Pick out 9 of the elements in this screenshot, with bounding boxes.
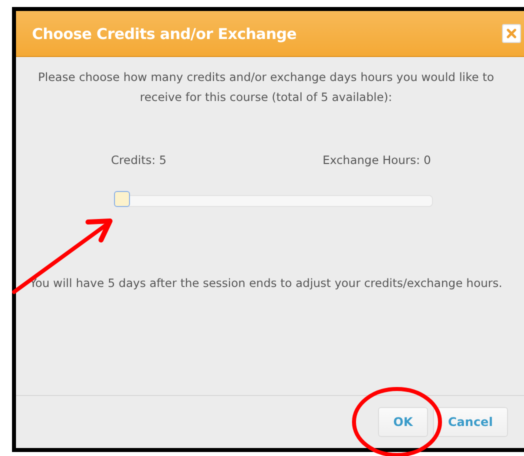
close-button[interactable]	[502, 24, 521, 43]
exchange-hours-label: Exchange Hours: 0	[322, 153, 431, 167]
slider-handle[interactable]	[114, 191, 130, 207]
instruction-text: Please choose how many credits and/or exchange days hours you would like to receive for this course (total of 5 available):	[36, 69, 496, 106]
cancel-button[interactable]: Cancel	[433, 407, 508, 437]
close-icon	[506, 28, 517, 39]
credits-label: Credits: 5	[111, 153, 166, 167]
dialog-title: Choose Credits and/or Exchange	[32, 24, 297, 42]
ok-button[interactable]: OK	[378, 407, 428, 437]
